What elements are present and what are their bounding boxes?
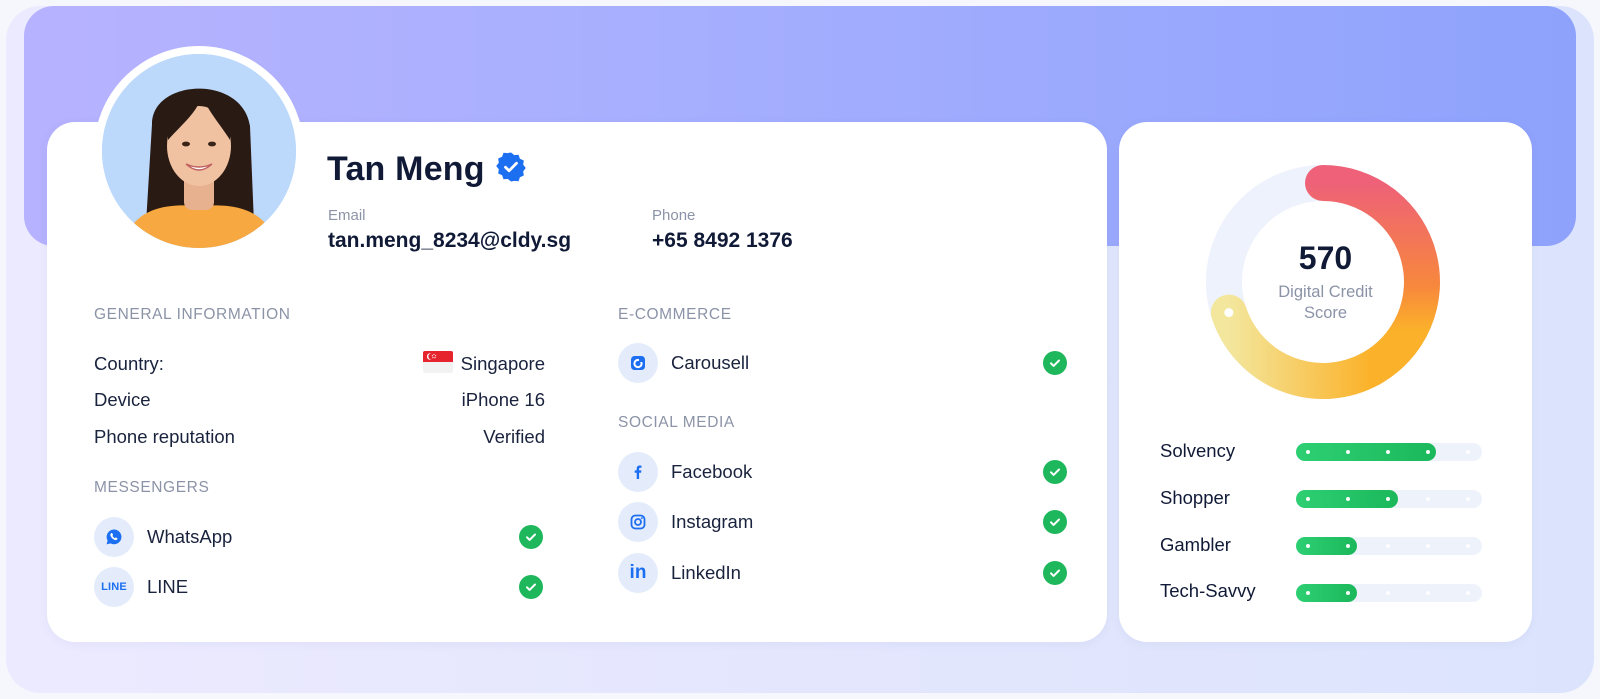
credit-score-caption-line1: Digital Credit <box>1278 283 1373 301</box>
ecommerce-label: Carousell <box>671 352 750 373</box>
info-label: Device <box>94 389 151 410</box>
trait-bar-tick <box>1466 544 1470 548</box>
social-media-title: SOCIAL MEDIA <box>618 414 735 431</box>
ecommerce-item-carousell[interactable]: Carousell <box>618 342 749 384</box>
messenger-item-line[interactable]: LINE LINE <box>94 566 188 608</box>
check-icon <box>519 525 543 549</box>
info-row-device: Device iPhone 16 <box>94 388 545 412</box>
messenger-item-whatsapp[interactable]: WhatsApp <box>94 516 232 558</box>
info-value-device: iPhone 16 <box>461 389 545 410</box>
trait-label-gambler: Gambler <box>1160 534 1231 555</box>
avatar <box>94 46 304 256</box>
trait-bar-shopper <box>1296 490 1482 508</box>
check-icon <box>519 575 543 599</box>
info-label: Country: <box>94 353 164 374</box>
trait-bar-tick <box>1346 591 1350 595</box>
credit-score-value: 570 <box>1298 240 1353 276</box>
check-icon <box>1043 561 1067 585</box>
verified-badge-icon <box>495 151 527 188</box>
messengers-title: MESSENGERS <box>94 479 210 496</box>
linkedin-icon: in <box>618 553 658 593</box>
trait-bar-tick <box>1306 544 1310 548</box>
trait-bar-tick <box>1466 450 1470 454</box>
credit-score-card: 570 Digital Credit Score Solvency Shoppe… <box>1119 122 1532 642</box>
trait-label-solvency: Solvency <box>1160 440 1236 461</box>
social-label: Facebook <box>671 461 753 482</box>
info-value-reputation: Verified <box>483 426 545 447</box>
instagram-icon <box>618 502 658 542</box>
facebook-icon <box>618 452 658 492</box>
trait-bar-tick <box>1386 497 1390 501</box>
page-background: Tan Meng Email tan.meng_8234@cldy.sg Pho… <box>6 6 1594 693</box>
trait-bar-tech-savvy <box>1296 584 1482 602</box>
social-item-instagram[interactable]: Instagram <box>618 501 753 543</box>
singapore-flag-icon <box>422 350 453 378</box>
trait-bar-tick <box>1346 450 1350 454</box>
info-row-phone-reputation: Phone reputation Verified <box>94 425 545 449</box>
email-label: Email <box>328 207 366 224</box>
social-label: LinkedIn <box>671 562 741 583</box>
check-icon <box>1043 351 1067 375</box>
trait-bar-tick <box>1466 591 1470 595</box>
name-row: Tan Meng <box>327 150 527 189</box>
trait-label-shopper: Shopper <box>1160 487 1230 508</box>
trait-bar-tick <box>1386 544 1390 548</box>
trait-bar-tick <box>1426 591 1430 595</box>
credit-score-caption-line2: Score <box>1303 304 1348 322</box>
trait-bar-tick <box>1346 544 1350 548</box>
info-row-country: Country: Singapore <box>94 350 545 378</box>
linkedin-icon-text: in <box>629 562 647 583</box>
trait-bar-tick <box>1386 450 1390 454</box>
social-label: Instagram <box>671 511 754 532</box>
avatar-photo <box>102 54 296 248</box>
general-info-title: GENERAL INFORMATION <box>94 306 291 323</box>
trait-bar-solvency <box>1296 443 1482 461</box>
messenger-label: LINE <box>147 576 189 597</box>
info-label: Phone reputation <box>94 426 235 447</box>
ecommerce-title: E-COMMERCE <box>618 306 732 323</box>
trait-label-tech-savvy: Tech-Savvy <box>1160 580 1256 601</box>
phone-label: Phone <box>652 207 696 224</box>
line-icon-text: LINE <box>101 581 127 593</box>
credit-score-caption: Digital Credit Score <box>1119 282 1532 324</box>
trait-bar-tick <box>1306 497 1310 501</box>
trait-bar-tick <box>1306 450 1310 454</box>
check-icon <box>1043 510 1067 534</box>
info-value-country: Singapore <box>460 353 545 374</box>
trait-bar-tick <box>1426 497 1430 501</box>
trait-bar-fill <box>1296 443 1436 461</box>
phone-value[interactable]: +65 8492 1376 <box>652 229 793 253</box>
messenger-label: WhatsApp <box>147 526 233 547</box>
social-item-facebook[interactable]: Facebook <box>618 451 752 493</box>
line-icon: LINE <box>94 567 134 607</box>
check-icon <box>1043 460 1067 484</box>
social-item-linkedin[interactable]: in LinkedIn <box>618 552 741 594</box>
trait-bar-tick <box>1426 450 1430 454</box>
trait-bar-tick <box>1466 497 1470 501</box>
trait-bar-tick <box>1426 544 1430 548</box>
email-value[interactable]: tan.meng_8234@cldy.sg <box>328 229 571 253</box>
profile-name: Tan Meng <box>327 150 485 188</box>
trait-bar-tick <box>1386 591 1390 595</box>
trait-bar-tick <box>1306 591 1310 595</box>
trait-bar-tick <box>1346 497 1350 501</box>
carousell-icon <box>618 343 658 383</box>
whatsapp-icon <box>94 517 134 557</box>
trait-bar-gambler <box>1296 537 1482 555</box>
